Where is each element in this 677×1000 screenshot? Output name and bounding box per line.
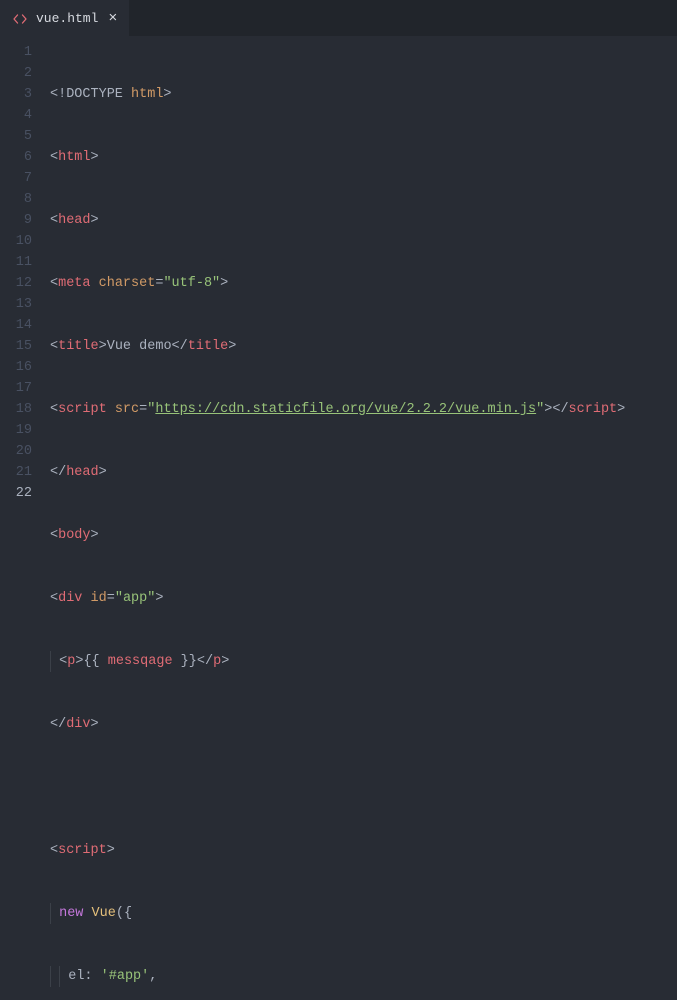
code-line: <!DOCTYPE html> — [50, 84, 677, 105]
code-line: <meta charset="utf-8"> — [50, 273, 677, 294]
code-line: new Vue({ — [50, 903, 677, 924]
code-line: <head> — [50, 210, 677, 231]
code-line: </div> — [50, 714, 677, 735]
code-line: <title>Vue demo</title> — [50, 336, 677, 357]
line-number: 17 — [0, 378, 32, 399]
tab-bar: vue.html × — [0, 0, 677, 36]
line-number: 18 — [0, 399, 32, 420]
line-number: 5 — [0, 126, 32, 147]
code-line: <script> — [50, 840, 677, 861]
line-number: 22 — [0, 483, 32, 504]
code-editor[interactable]: 12345678910111213141516171819202122 <!DO… — [0, 36, 677, 500]
line-number: 4 — [0, 105, 32, 126]
line-number: 3 — [0, 84, 32, 105]
tab-vue-html[interactable]: vue.html × — [0, 0, 129, 36]
code-icon — [12, 11, 28, 27]
line-number: 1 — [0, 42, 32, 63]
code-line: <body> — [50, 525, 677, 546]
line-number: 7 — [0, 168, 32, 189]
line-number: 12 — [0, 273, 32, 294]
line-number: 20 — [0, 441, 32, 462]
line-number: 11 — [0, 252, 32, 273]
code-line: <div id="app"> — [50, 588, 677, 609]
line-number: 14 — [0, 315, 32, 336]
line-number: 8 — [0, 189, 32, 210]
line-number: 10 — [0, 231, 32, 252]
code-line: </head> — [50, 462, 677, 483]
code-line: <script src="https://cdn.staticfile.org/… — [50, 399, 677, 420]
tab-filename: vue.html — [36, 11, 98, 26]
line-number: 16 — [0, 357, 32, 378]
code-line: <p>{{ messqage }}</p> — [50, 651, 677, 672]
code-line: el: '#app', — [50, 966, 677, 987]
code-area[interactable]: <!DOCTYPE html> <html> <head> <meta char… — [50, 42, 677, 500]
line-number: 9 — [0, 210, 32, 231]
code-line: <html> — [50, 147, 677, 168]
line-number: 19 — [0, 420, 32, 441]
line-number: 2 — [0, 63, 32, 84]
line-number: 6 — [0, 147, 32, 168]
code-line — [50, 777, 677, 798]
line-number: 21 — [0, 462, 32, 483]
line-number-gutter: 12345678910111213141516171819202122 — [0, 42, 50, 500]
line-number: 13 — [0, 294, 32, 315]
line-number: 15 — [0, 336, 32, 357]
close-icon[interactable]: × — [106, 9, 119, 28]
